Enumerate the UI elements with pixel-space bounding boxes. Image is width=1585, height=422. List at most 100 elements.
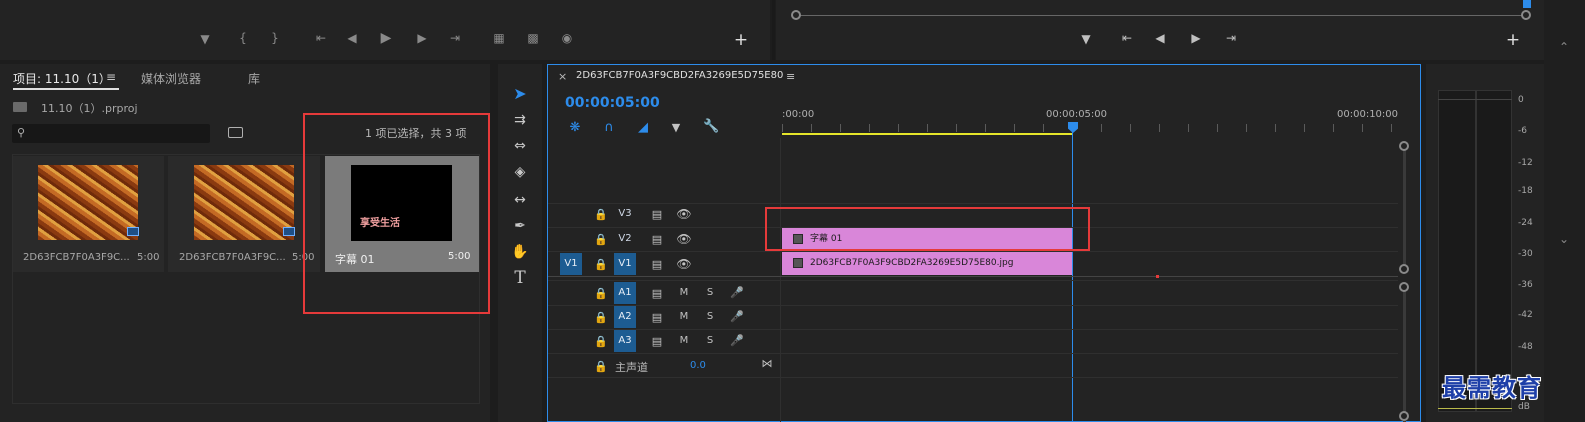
work-area-bar[interactable] (782, 133, 1073, 135)
sync-lock-icon[interactable]: ▤ (650, 258, 664, 271)
collapse-down-icon[interactable]: ⌄ (1552, 232, 1576, 246)
sync-lock-icon[interactable]: ▤ (650, 335, 664, 348)
source-patch-v1[interactable]: V1 (560, 253, 582, 275)
mark-out-icon[interactable]: } (268, 31, 282, 45)
lock-icon[interactable]: 🔒 (594, 287, 608, 300)
ruler-label-10s: 00:00:10:00 (1337, 109, 1399, 120)
track-target-a1[interactable]: A1 (614, 282, 636, 304)
type-tool-icon[interactable]: T (508, 266, 532, 290)
hand-tool-icon[interactable]: ✋ (508, 240, 532, 264)
sequence-menu-icon[interactable]: ≡ (786, 70, 795, 83)
scrub-end-handle[interactable] (1521, 10, 1531, 20)
sync-lock-icon[interactable]: ▤ (650, 233, 664, 246)
project-file-name: 11.10（1）.prproj (41, 102, 138, 115)
highlight-box-clip (765, 207, 1090, 251)
meter-channel-right (1476, 90, 1512, 412)
overwrite-icon[interactable]: ▩ (522, 31, 544, 45)
lock-icon[interactable]: 🔒 (594, 258, 608, 271)
toggle-output-icon[interactable]: 👁 (676, 257, 692, 271)
program-marker-icon[interactable]: ▼ (1074, 32, 1098, 46)
sequence-tab[interactable]: 2D63FCB7F0A3F9CBD2FA3269E5D75E80 (576, 70, 783, 81)
track-line (548, 329, 1398, 330)
go-to-out-icon[interactable]: ⇥ (446, 31, 464, 45)
mute-button[interactable]: M (678, 311, 690, 322)
mark-in-icon[interactable]: { (236, 31, 250, 45)
snap-icon[interactable]: ∩ (601, 120, 617, 135)
program-go-to-out-icon[interactable]: ⇥ (1222, 31, 1240, 45)
right-edge-scrollbar[interactable]: ⌃ ⌄ (1544, 0, 1585, 422)
track-target-a2[interactable]: A2 (614, 306, 636, 328)
lock-icon[interactable]: 🔒 (594, 233, 608, 246)
lock-icon[interactable]: 🔒 (594, 311, 608, 324)
pen-tool-icon[interactable]: ✒ (508, 214, 532, 238)
meter-scale-db: dB (1518, 402, 1530, 412)
track-target-a3[interactable]: A3 (614, 330, 636, 352)
mute-button[interactable]: M (678, 335, 690, 346)
video-scroll-bottom-handle[interactable] (1399, 264, 1409, 274)
sync-lock-icon[interactable]: ▤ (650, 287, 664, 300)
add-marker-icon[interactable]: ▼ (669, 121, 683, 134)
voiceover-record-icon[interactable]: 🎤 (730, 286, 744, 299)
timeline-close-icon[interactable]: × (558, 70, 567, 83)
nest-icon[interactable]: ❋ (567, 120, 583, 135)
voiceover-record-icon[interactable]: 🎤 (730, 334, 744, 347)
slip-tool-icon[interactable]: ↔ (508, 188, 532, 212)
razor-tool-icon[interactable]: ◈ (508, 160, 532, 184)
master-volume-value[interactable]: 0.0 (690, 360, 706, 371)
voiceover-record-icon[interactable]: 🎤 (730, 310, 744, 323)
new-bin-icon[interactable] (228, 127, 243, 138)
program-go-to-in-icon[interactable]: ⇤ (1118, 31, 1136, 45)
step-back-icon[interactable]: ◀ (344, 31, 360, 45)
toggle-output-icon[interactable]: 👁 (676, 207, 692, 221)
program-add-button[interactable]: + (1504, 30, 1522, 50)
program-monitor-panel: ▼ ⇤ ◀ ▶ ⇥ + (776, 0, 1544, 60)
clip-image-v1[interactable]: 2D63FCB7F0A3F9CBD2FA3269E5D75E80.jpg (782, 252, 1072, 275)
mute-button[interactable]: M (678, 287, 690, 298)
timeline-settings-icon[interactable]: 🔧 (703, 119, 719, 134)
solo-button[interactable]: S (704, 335, 716, 346)
insert-icon[interactable]: ▦ (488, 31, 510, 45)
tab-project[interactable]: 项目: 11.10（1） (13, 70, 111, 87)
lock-icon[interactable]: 🔒 (594, 208, 608, 221)
audio-scroll-top-handle[interactable] (1399, 282, 1409, 292)
solo-button[interactable]: S (704, 287, 716, 298)
collapse-up-icon[interactable]: ⌃ (1552, 40, 1576, 54)
track-target-v3[interactable]: V3 (614, 203, 636, 225)
source-add-button[interactable]: + (732, 30, 750, 50)
marker-icon[interactable]: ▼ (198, 32, 212, 46)
search-input[interactable]: ⚲ (12, 124, 210, 143)
toggle-output-icon[interactable]: 👁 (676, 232, 692, 246)
program-play-icon[interactable]: ▶ (1188, 31, 1204, 45)
audio-scroll-bottom-handle[interactable] (1399, 411, 1409, 421)
scrub-start-handle[interactable] (791, 10, 801, 20)
video-scroll-top-handle[interactable] (1399, 141, 1409, 151)
solo-button[interactable]: S (704, 311, 716, 322)
selection-tool-icon[interactable]: ➤ (508, 82, 532, 106)
program-scrub-bar[interactable] (796, 15, 1526, 16)
tab-libraries[interactable]: 库 (248, 70, 260, 87)
track-target-v1[interactable]: V1 (614, 253, 636, 275)
tab-media-browser[interactable]: 媒体浏览器 (141, 70, 201, 87)
lock-icon[interactable]: 🔒 (594, 360, 608, 373)
program-step-back-icon[interactable]: ◀ (1152, 31, 1168, 45)
track-line (548, 276, 1398, 277)
play-icon[interactable]: ▶ (378, 30, 394, 46)
ripple-edit-tool-icon[interactable]: ⇔ (508, 134, 532, 158)
sync-lock-icon[interactable]: ▤ (650, 208, 664, 221)
track-target-v2[interactable]: V2 (614, 228, 636, 250)
go-to-end-icon[interactable]: ⋈ (760, 357, 774, 370)
track-line (548, 280, 1398, 281)
program-playhead-icon[interactable] (1523, 0, 1531, 8)
go-to-in-icon[interactable]: ⇤ (312, 31, 330, 45)
sync-lock-icon[interactable]: ▤ (650, 311, 664, 324)
audio-scrollbar[interactable] (1403, 288, 1406, 422)
lock-icon[interactable]: 🔒 (594, 335, 608, 348)
meter-scale-24: -24 (1518, 218, 1533, 228)
timecode-display[interactable]: 00:00:05:00 (565, 95, 660, 111)
track-select-tool-icon[interactable]: ⇉ (508, 108, 532, 132)
video-scrollbar[interactable] (1403, 145, 1406, 270)
export-frame-icon[interactable]: ◉ (558, 31, 576, 45)
project-menu-icon[interactable]: ≡ (106, 70, 116, 84)
step-forward-icon[interactable]: ▶ (414, 31, 430, 45)
linked-selection-icon[interactable]: ◢ (635, 120, 651, 135)
